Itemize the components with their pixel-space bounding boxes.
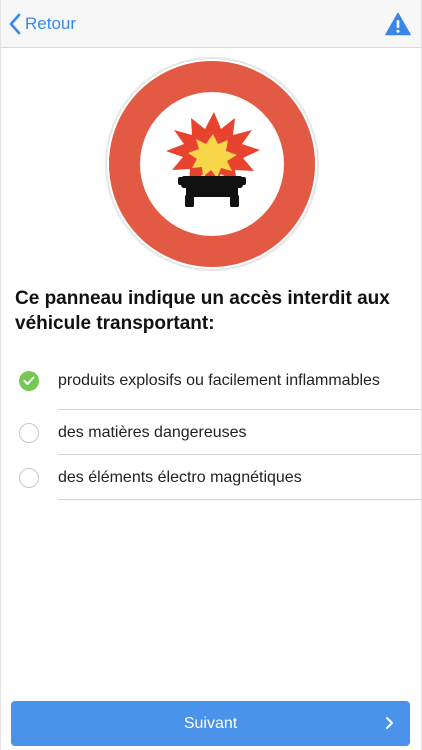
answer-option-label: des éléments électro magnétiques	[58, 468, 302, 486]
no-explosive-vehicles-sign	[105, 57, 319, 271]
radio-checked-icon[interactable]	[19, 371, 39, 391]
answer-option-3[interactable]: des éléments électro magnétiques	[1, 455, 421, 500]
answer-option-label: produits explosifs ou facilement inflamm…	[58, 372, 380, 389]
quiz-screen: Retour Ce panneau indique un accès inter…	[0, 0, 422, 750]
navigation-bar: Retour	[1, 0, 421, 48]
chevron-left-icon	[9, 13, 21, 35]
back-label: Retour	[25, 14, 77, 33]
answer-option-label: des matières dangereuses	[58, 423, 247, 441]
radio-unchecked-icon[interactable]	[19, 467, 39, 488]
back-button[interactable]: Retour	[9, 12, 76, 36]
radio-unchecked-icon[interactable]	[19, 422, 39, 443]
question-text: Ce panneau indique un accès interdit aux…	[15, 288, 390, 334]
chevron-right-icon	[386, 717, 393, 729]
answer-option-2[interactable]: des matières dangereuses	[1, 410, 421, 455]
next-button[interactable]: Suivant	[11, 701, 410, 746]
warning-triangle-icon[interactable]	[385, 12, 411, 36]
checkmark-icon	[23, 376, 35, 385]
answer-option-1[interactable]: produits explosifs ou facilement inflamm…	[1, 352, 421, 410]
next-button-label: Suivant	[183, 715, 238, 732]
answer-options: produits explosifs ou facilement inflamm…	[1, 352, 421, 500]
divider	[58, 499, 421, 500]
